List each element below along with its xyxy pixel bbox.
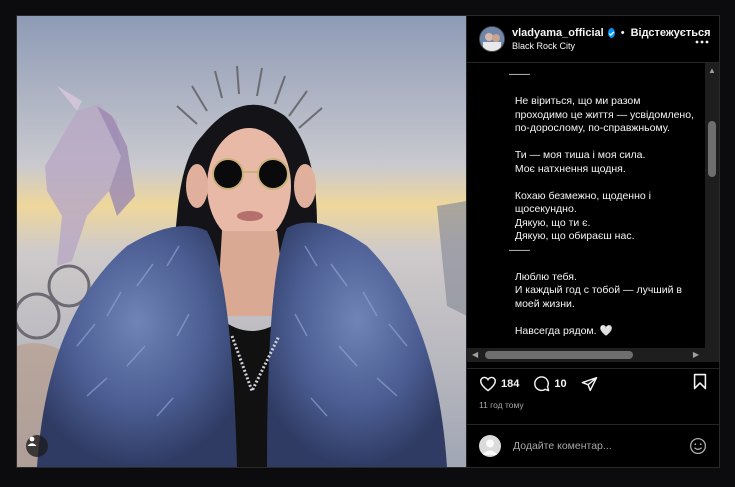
horizontal-scrollbar[interactable]: ◀ ▶: [467, 348, 705, 362]
emoji-icon[interactable]: [689, 437, 707, 455]
verified-badge-icon: [607, 28, 615, 38]
like-count: 184: [501, 377, 520, 390]
more-options-icon[interactable]: [695, 31, 709, 47]
comment-icon: [534, 376, 550, 392]
comment-bar: [467, 424, 719, 467]
post-dialog: vladyama_official • Відстежується Black …: [16, 15, 720, 468]
horizontal-scroll-thumb[interactable]: [485, 351, 633, 359]
vertical-scroll-thumb[interactable]: [708, 121, 716, 177]
caption-text: —— Не віриться, що ми разом проходимо це…: [509, 68, 694, 337]
bookmark-icon: [693, 373, 707, 389]
post-timestamp[interactable]: 11 год тому: [479, 400, 524, 410]
post-sidebar: vladyama_official • Відстежується Black …: [466, 16, 719, 467]
comment-input[interactable]: [511, 439, 689, 453]
user-tag-button[interactable]: [26, 435, 48, 457]
scroll-right-icon[interactable]: ▶: [693, 350, 699, 359]
header-text: vladyama_official • Відстежується Black …: [512, 27, 711, 51]
post-image[interactable]: [17, 16, 466, 467]
like-button[interactable]: 184: [479, 376, 519, 392]
post-header: vladyama_official • Відстежується Black …: [467, 16, 719, 63]
vertical-scrollbar[interactable]: ▲ ▼: [705, 63, 719, 362]
location-link[interactable]: Black Rock City: [512, 41, 683, 51]
username-link[interactable]: vladyama_official: [512, 27, 604, 39]
scrollbar-corner: [705, 348, 719, 362]
scroll-up-icon[interactable]: ▲: [708, 66, 716, 75]
heart-icon: [479, 376, 497, 391]
share-button[interactable]: [581, 376, 598, 392]
header-separator: •: [620, 27, 625, 39]
comment-button[interactable]: 10: [533, 375, 567, 392]
photo-illustration: [17, 16, 466, 467]
user-tag-icon: [27, 436, 37, 446]
bookmark-button[interactable]: [693, 373, 707, 395]
current-user-avatar: [479, 435, 501, 457]
share-icon: [581, 376, 597, 391]
action-bar: 184 10: [467, 368, 719, 398]
caption-scroll-area[interactable]: —— Не віриться, що ми разом проходимо це…: [467, 63, 719, 363]
comment-count: 10: [554, 377, 567, 390]
scroll-left-icon[interactable]: ◀: [472, 350, 478, 359]
avatar-image: [480, 27, 504, 51]
avatar[interactable]: [479, 26, 505, 52]
